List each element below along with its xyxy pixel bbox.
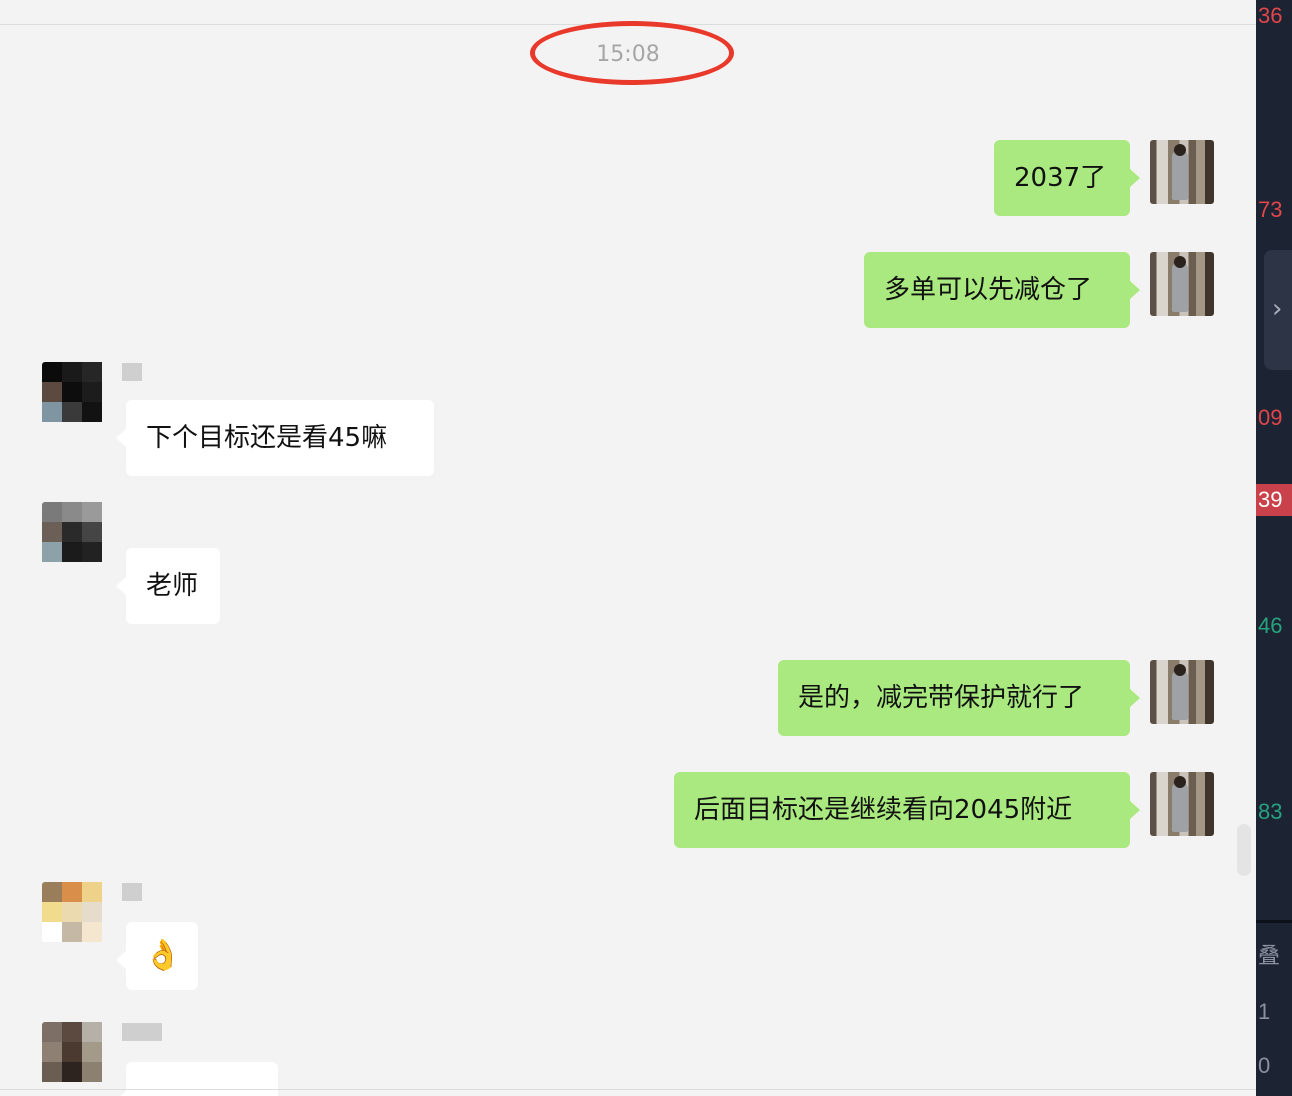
self-avatar[interactable] bbox=[1150, 772, 1214, 836]
sidebar-price-value: 46 bbox=[1258, 613, 1283, 638]
bottom-divider bbox=[0, 1089, 1256, 1090]
sidebar-price-value: 83 bbox=[1258, 799, 1283, 824]
red-annotation-circle bbox=[530, 21, 734, 85]
incoming-message-bubble-partial[interactable]: … bbox=[116, 1062, 278, 1096]
self-avatar[interactable] bbox=[1150, 140, 1214, 204]
sidebar-price-highlighted: 39 bbox=[1256, 484, 1292, 516]
sidebar-value: 1 bbox=[1258, 999, 1271, 1024]
incoming-message-bubble[interactable]: 老师 bbox=[116, 548, 220, 624]
contact-avatar-pixelated[interactable] bbox=[42, 502, 106, 566]
sender-name-redacted bbox=[122, 363, 142, 381]
outgoing-message-bubble[interactable]: 2037了 bbox=[994, 140, 1140, 216]
incoming-message-bubble[interactable]: 下个目标还是看45嘛 bbox=[116, 400, 434, 476]
sidebar-price-value: 09 bbox=[1258, 405, 1283, 430]
sidebar-price-value: 36 bbox=[1258, 3, 1283, 28]
sidebar-label: 叠 bbox=[1258, 943, 1281, 968]
sidebar-divider bbox=[1256, 920, 1292, 923]
chevron-right-icon: › bbox=[1272, 294, 1283, 324]
outgoing-message-bubble[interactable]: 是的，减完带保护就行了 bbox=[778, 660, 1140, 736]
outgoing-message-bubble[interactable]: 多单可以先减仓了 bbox=[864, 252, 1140, 328]
self-avatar[interactable] bbox=[1150, 660, 1214, 724]
contact-avatar-pixelated[interactable] bbox=[42, 362, 106, 426]
ok-hand-emoji-message[interactable]: 👌 bbox=[116, 922, 198, 990]
self-avatar[interactable] bbox=[1150, 252, 1214, 316]
sidebar-collapse-button[interactable]: › bbox=[1264, 250, 1292, 370]
sidebar-price-value: 73 bbox=[1258, 197, 1283, 222]
outgoing-message-bubble[interactable]: 后面目标还是继续看向2045附近 bbox=[674, 772, 1140, 848]
sidebar-value: 0 bbox=[1258, 1053, 1271, 1078]
trading-sidebar-partial: 36 73 › 09 39 46 83 叠 1 0 bbox=[1256, 0, 1292, 1096]
sender-name-redacted bbox=[122, 1023, 162, 1041]
contact-avatar-pixelated[interactable] bbox=[42, 1022, 106, 1086]
chat-window: 15:08 2037了 多单可以先减仓了 下个目标还是看45嘛 老师 是的，减完… bbox=[0, 0, 1256, 1096]
chat-scrollbar-thumb[interactable] bbox=[1237, 824, 1251, 876]
sender-name-redacted bbox=[122, 883, 142, 901]
contact-avatar-pixelated[interactable] bbox=[42, 882, 106, 946]
